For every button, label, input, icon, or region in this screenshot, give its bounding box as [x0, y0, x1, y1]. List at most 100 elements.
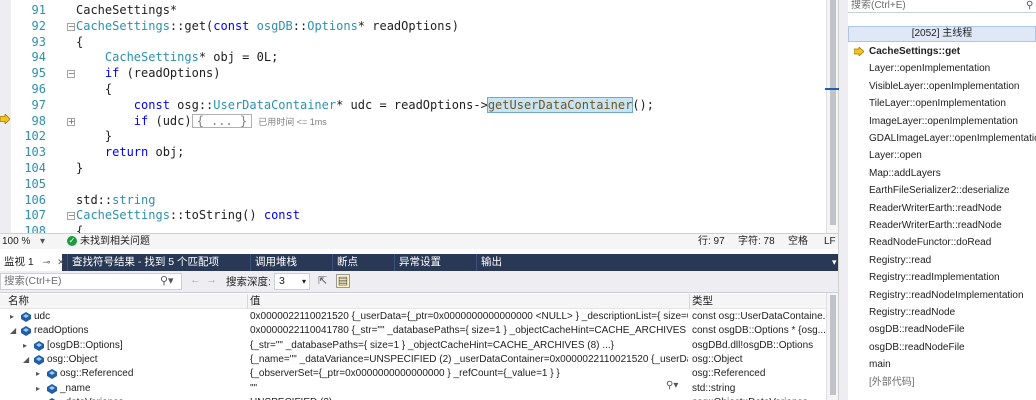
- hex-display-icon[interactable]: ▤: [336, 274, 350, 288]
- call-stack-search-icon[interactable]: ⚲: [1026, 0, 1033, 11]
- code-editor[interactable]: 91 CacheSettings* 92− CacheSettings::get(co…: [0, 0, 838, 233]
- call-stack-frame[interactable]: ReaderWriterEarth::readNode: [848, 200, 1036, 217]
- watch-row[interactable]: ▸ osg::Referenced {_observerSet={_ptr=0x00…: [0, 367, 826, 381]
- watch-value[interactable]: 0x0000022110021520 {_userData={_ptr=0x00…: [250, 310, 688, 324]
- call-stack-frame[interactable]: Registry::read: [848, 252, 1036, 269]
- tab-call-stack[interactable]: 调用堆栈: [250, 254, 297, 271]
- collapse-chevron-icon[interactable]: ◢: [23, 353, 29, 367]
- code-line[interactable]: 93 {: [0, 35, 838, 51]
- call-stack-frame[interactable]: osgDB::readNodeFile: [848, 339, 1036, 356]
- call-stack-frame[interactable]: Registry::readImplementation: [848, 269, 1036, 286]
- search-depth-label: 搜索深度:: [226, 276, 271, 288]
- code-line[interactable]: 94 CacheSettings* obj = 0L;: [0, 50, 838, 66]
- watch-value[interactable]: UNSPECIFIED (2): [250, 396, 688, 400]
- expand-chevron-icon[interactable]: ▸: [10, 310, 14, 324]
- issues-status[interactable]: 未找到相关问题: [80, 234, 150, 249]
- watch-row[interactable]: ▸ udc 0x0000022110021520 {_userData={_ptr=…: [0, 310, 826, 324]
- call-stack-frame[interactable]: [外部代码]: [848, 374, 1036, 391]
- call-stack-frame[interactable]: osgDB::readNodeFile: [848, 321, 1036, 338]
- pin-source-icon[interactable]: ⇱: [318, 274, 327, 287]
- collapse-region-icon[interactable]: −: [67, 70, 75, 79]
- code-line[interactable]: 105: [0, 177, 838, 193]
- search-icon[interactable]: ⚲▾: [160, 274, 174, 287]
- collapse-region-icon[interactable]: −: [67, 22, 75, 31]
- watch-value[interactable]: {_name="" _dataVariance=UNSPECIFIED (2) …: [250, 353, 688, 367]
- call-stack-frame[interactable]: Layer::open: [848, 147, 1036, 164]
- tab-breakpoints[interactable]: 断点: [332, 254, 358, 271]
- call-stack-frame[interactable]: VisibleLayer::openImplementation: [848, 78, 1036, 95]
- watch-row[interactable]: _dataVariance UNSPECIFIED (2) osg::Object:…: [0, 396, 826, 400]
- watch-vertical-scrollbar[interactable]: [826, 293, 838, 400]
- zoom-level[interactable]: 100 %: [2, 234, 30, 249]
- tab-exception-settings[interactable]: 异常设置: [394, 254, 441, 271]
- call-stack-frame[interactable]: TileLayer::openImplementation: [848, 95, 1036, 112]
- editor-vertical-scrollbar[interactable]: [826, 0, 838, 233]
- search-depth-select[interactable]: 3 ▾: [274, 273, 310, 290]
- code-line[interactable]: 97 const osg::UserDataContainer* udc = r…: [0, 96, 838, 114]
- code-line[interactable]: 103 return obj;: [0, 145, 838, 161]
- watch-type: const osgDB::Options * {osg...: [692, 325, 826, 337]
- watch-value[interactable]: 0x0000022110041780 {_str="" _databasePat…: [250, 324, 688, 338]
- call-stack-frame[interactable]: EarthFileSerializer2::deserialize: [848, 182, 1036, 199]
- code-line[interactable]: 104}: [0, 161, 838, 177]
- call-stack-frame[interactable]: Registry::readNode: [848, 304, 1036, 321]
- code-line[interactable]: 96 {: [0, 82, 838, 98]
- call-stack-frame[interactable]: Map::addLayers: [848, 165, 1036, 182]
- zoom-dropdown-icon[interactable]: ▾: [40, 234, 45, 249]
- tab-output[interactable]: 输出: [476, 254, 502, 271]
- call-stack-frame[interactable]: main: [848, 356, 1036, 373]
- code-line[interactable]: 106 std::string: [0, 193, 838, 209]
- watch-row[interactable]: ◢ osg::Object {_name="" _dataVariance=UNSP…: [0, 353, 826, 367]
- watch-value[interactable]: {_str="" _databasePaths={ size=1 } _obje…: [250, 339, 688, 353]
- eol-indicator[interactable]: LF: [824, 234, 836, 249]
- text-visualizer-search-icon[interactable]: ⚲▾: [666, 380, 678, 391]
- whitespace-indicator[interactable]: 空格: [788, 234, 808, 249]
- watch-row[interactable]: ▸ [osgDB::Options] {_str="" _databasePaths…: [0, 339, 826, 353]
- watch-name: osg::Referenced: [60, 368, 134, 380]
- code-line[interactable]: 95 − if (readOptions): [0, 66, 838, 82]
- watch-type: osg::Object: [692, 353, 743, 365]
- code-line[interactable]: 102 }: [0, 129, 838, 145]
- call-stack-frame[interactable]: ImageLayer::openImplementation: [848, 113, 1036, 130]
- code-line[interactable]: 107 − CacheSettings::toString() const: [0, 208, 838, 224]
- call-stack-frame[interactable]: Registry::readNodeImplementation: [848, 287, 1036, 304]
- call-stack-search-input[interactable]: 搜索(Ctrl+E): [848, 0, 1036, 13]
- collapse-chevron-icon[interactable]: ◢: [10, 324, 16, 338]
- watch-name: osg::Object: [47, 353, 98, 365]
- watch-search-input[interactable]: 搜索(Ctrl+E): [0, 273, 182, 290]
- watch-value[interactable]: "": [250, 382, 688, 396]
- line-number: 105: [24, 176, 46, 191]
- call-stack-frame[interactable]: Layer::openImplementation: [848, 60, 1036, 77]
- tool-window-menu-chevron-icon[interactable]: ▾: [828, 254, 837, 271]
- call-stack-frame[interactable]: ReaderWriterEarth::readNode: [848, 217, 1036, 234]
- tab-find-symbol-results[interactable]: 查找符号结果 - 找到 5 个匹配项: [67, 254, 219, 271]
- name-column-header[interactable]: 名称: [8, 294, 29, 308]
- expand-chevron-icon[interactable]: ▸: [36, 367, 40, 381]
- tab-watch-1[interactable]: 监视 1 ⊸ ✕: [0, 254, 65, 271]
- value-column-header[interactable]: 值: [250, 294, 261, 308]
- expand-region-icon[interactable]: +: [67, 117, 75, 126]
- watch-row[interactable]: ◢ readOptions 0x0000022110041780 {_str="" …: [0, 324, 826, 338]
- collapse-region-icon[interactable]: −: [67, 212, 75, 221]
- search-forward-arrow-icon[interactable]: →: [206, 274, 217, 286]
- call-stack-frame-label: Layer::openImplementation: [869, 63, 991, 75]
- code-text: if (udc){ ... } 已用时间 <= 1ms: [133, 113, 327, 128]
- call-stack-frame[interactable]: GDALImageLayer::openImplementation: [848, 130, 1036, 147]
- code-line[interactable]: 108 {: [0, 224, 838, 233]
- watch-value[interactable]: {_observerSet={_ptr=0x0000000000000000 }…: [250, 367, 688, 381]
- call-stack-frame[interactable]: ReadNodeFunctor::doRead: [848, 234, 1036, 251]
- code-line[interactable]: 92 − CacheSettings::get(const osgDB::Optio…: [0, 19, 838, 35]
- search-back-arrow-icon[interactable]: ←: [190, 274, 201, 286]
- watch-row[interactable]: ▸ _name "" std::string: [0, 382, 826, 396]
- call-stack-frame[interactable]: CacheSettings::get: [848, 43, 1036, 60]
- expand-chevron-icon[interactable]: ▸: [23, 339, 27, 353]
- call-stack-frame-label: Layer::open: [869, 150, 922, 162]
- line-number: 97: [31, 97, 46, 112]
- type-column-header[interactable]: 类型: [692, 294, 713, 308]
- watch-name: udc: [34, 311, 51, 322]
- pin-icon[interactable]: ⊸: [43, 257, 51, 267]
- expand-chevron-icon[interactable]: ▸: [36, 382, 40, 396]
- code-line[interactable]: 98 + if (udc){ ... } 已用时间 <= 1ms: [0, 113, 838, 130]
- code-line[interactable]: 91 CacheSettings*: [0, 3, 838, 19]
- close-icon[interactable]: ✕: [57, 257, 65, 267]
